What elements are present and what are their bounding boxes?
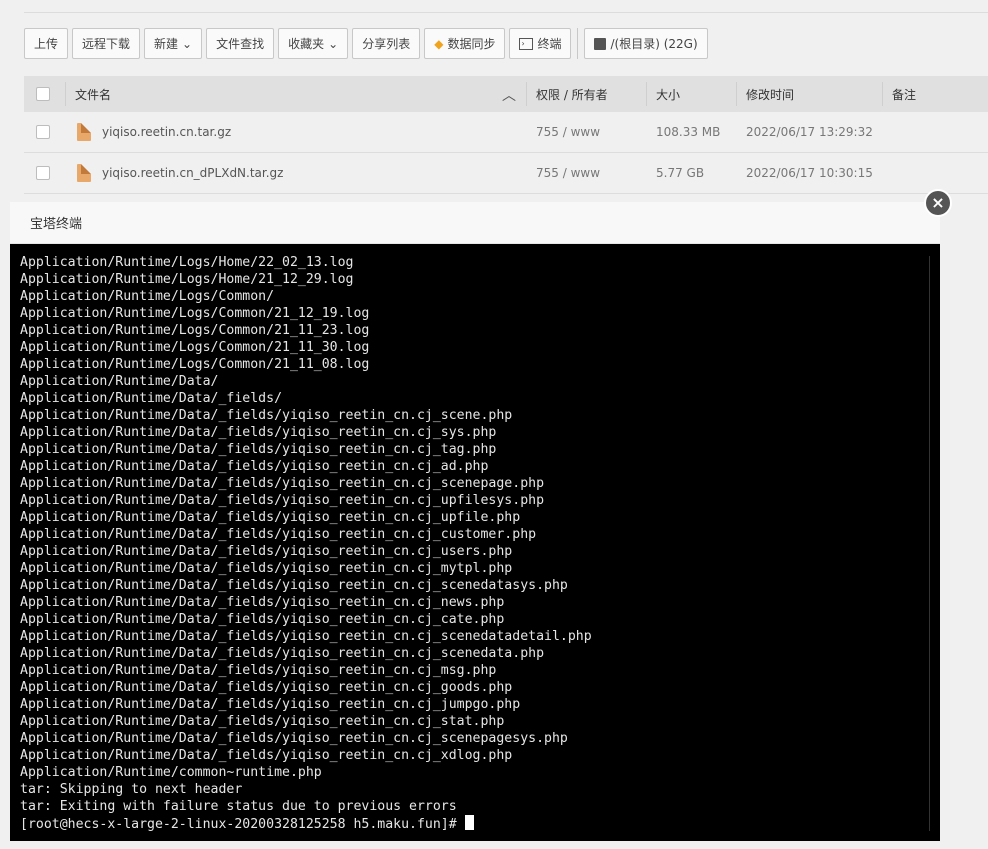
terminal-line: Application/Runtime/Data/_fields/yiqiso_… [20,578,568,593]
data-sync-button[interactable]: ◆ 数据同步 [424,28,506,59]
divider [24,12,988,13]
gem-icon: ◆ [434,36,444,51]
favorites-button[interactable]: 收藏夹 ⌄ [278,28,349,59]
row-checkbox[interactable] [36,166,50,180]
terminal-icon: › [519,37,534,50]
modal-header: 宝塔终端 [10,202,940,244]
terminal-line: Application/Runtime/Data/_fields/yiqiso_… [20,493,545,508]
file-perm[interactable]: 755 / www [536,166,600,180]
terminal-line: Application/Runtime/Data/_fields/yiqiso_… [20,510,521,525]
close-icon[interactable]: × [924,189,952,217]
header-name[interactable]: 文件名 [75,86,111,103]
terminal-output[interactable]: Application/Runtime/Logs/Home/22_02_13.l… [10,244,940,841]
toolbar: 上传 远程下载 新建 ⌄ 文件查找 收藏夹 ⌄ 分享列表 ◆ 数据同步 › 终端 /(根… [24,28,708,61]
terminal-lines: Application/Runtime/Logs/Home/22_02_13.l… [20,254,592,832]
terminal-line: Application/Runtime/Logs/Common/21_11_08… [20,357,370,372]
header-note: 备注 [892,87,917,102]
file-name[interactable]: yiqiso.reetin.cn.tar.gz [102,125,231,139]
header-size[interactable]: 大小 [656,86,680,103]
share-list-label: 分享列表 [362,37,411,51]
select-all-checkbox[interactable] [36,87,50,101]
terminal-line: Application/Runtime/Data/_fields/yiqiso_… [20,408,513,423]
terminal-line: Application/Runtime/common~runtime.php [20,765,322,780]
chevron-down-icon: ⌄ [182,36,193,51]
file-perm[interactable]: 755 / www [536,125,600,139]
terminal-line: Application/Runtime/Data/_fields/yiqiso_… [20,459,489,474]
terminal-line: Application/Runtime/Logs/Home/22_02_13.l… [20,255,354,270]
divider [646,82,647,106]
terminal-line: Application/Runtime/Data/_fields/yiqiso_… [20,714,505,729]
divider [65,82,66,106]
favorites-label: 收藏夹 [288,37,325,51]
terminal-modal: 宝塔终端 Application/Runtime/Logs/Home/22_02… [10,202,940,841]
new-label: 新建 [154,37,179,51]
file-search-button[interactable]: 文件查找 [206,28,275,59]
chevron-down-icon: ⌄ [328,36,339,51]
row-checkbox[interactable] [36,125,50,139]
disk-button[interactable]: /(根目录) (22G) [584,28,708,59]
scrollbar[interactable] [929,256,930,831]
file-mtime: 2022/06/17 13:29:32 [746,125,873,139]
header-mtime[interactable]: 修改时间 [746,86,794,103]
data-sync-label: 数据同步 [447,37,496,51]
new-button[interactable]: 新建 ⌄ [144,28,203,59]
terminal-line: Application/Runtime/Data/_fields/yiqiso_… [20,425,497,440]
file-search-label: 文件查找 [216,37,265,51]
table-row[interactable]: yiqiso.reetin.cn.tar.gz 755 / www 108.33… [24,112,988,153]
cursor-icon [464,815,474,830]
archive-file-icon [77,123,91,141]
terminal-line: Application/Runtime/Logs/Home/21_12_29.l… [20,272,354,287]
terminal-line: Application/Runtime/Data/_fields/ [20,391,283,406]
terminal-line: Application/Runtime/Data/_fields/yiqiso_… [20,527,537,542]
terminal-line: Application/Runtime/Data/_fields/yiqiso_… [20,544,513,559]
terminal-line: Application/Runtime/Data/_fields/yiqiso_… [20,680,513,695]
terminal-line: Application/Runtime/Data/_fields/yiqiso_… [20,629,592,644]
upload-button[interactable]: 上传 [24,28,69,59]
toolbar-separator [577,28,579,59]
terminal-line: Application/Runtime/Data/_fields/yiqiso_… [20,748,513,763]
terminal-prompt-line[interactable]: [root@hecs-x-large-2-linux-2020032812525… [20,815,592,832]
terminal-line: Application/Runtime/Data/_fields/yiqiso_… [20,561,513,576]
terminal-line: Application/Runtime/Data/_fields/yiqiso_… [20,646,545,661]
terminal-line: Application/Runtime/Data/_fields/yiqiso_… [20,663,497,678]
terminal-line: tar: Skipping to next header [20,782,243,797]
table-header: 文件名 ︿ 权限 / 所有者 大小 修改时间 备注 [24,76,988,112]
share-list-button[interactable]: 分享列表 [352,28,421,59]
disk-label: /(根目录) (22G) [610,37,698,51]
terminal-line: Application/Runtime/Logs/Common/ [20,289,275,304]
divider [526,82,527,106]
terminal-line: Application/Runtime/Data/_fields/yiqiso_… [20,476,545,491]
header-perm: 权限 / 所有者 [536,87,608,102]
file-size: 5.77 GB [656,166,705,180]
archive-file-icon [77,164,91,182]
terminal-line: Application/Runtime/Data/_fields/yiqiso_… [20,595,505,610]
remote-download-button[interactable]: 远程下载 [72,28,141,59]
terminal-line: Application/Runtime/Logs/Common/21_12_19… [20,306,370,321]
file-size: 108.33 MB [656,125,721,139]
sort-up-icon[interactable]: ︿ [502,85,516,105]
modal-title: 宝塔终端 [30,217,83,232]
terminal-line: Application/Runtime/Data/_fields/yiqiso_… [20,731,568,746]
file-mtime: 2022/06/17 10:30:15 [746,166,873,180]
terminal-prompt: [root@hecs-x-large-2-linux-2020032812525… [20,817,457,832]
upload-label: 上传 [34,37,59,51]
divider [736,82,737,106]
terminal-button[interactable]: › 终端 [509,28,572,59]
terminal-line: Application/Runtime/Data/ [20,374,219,389]
file-name[interactable]: yiqiso.reetin.cn_dPLXdN.tar.gz [102,166,283,180]
terminal-line: tar: Exiting with failure status due to … [20,799,457,814]
table-row[interactable]: yiqiso.reetin.cn_dPLXdN.tar.gz 755 / www… [24,153,988,194]
file-table: 文件名 ︿ 权限 / 所有者 大小 修改时间 备注 yiqiso.reetin.… [24,76,988,194]
terminal-line: Application/Runtime/Data/_fields/yiqiso_… [20,442,497,457]
terminal-line: Application/Runtime/Data/_fields/yiqiso_… [20,612,505,627]
remote-download-label: 远程下载 [82,37,131,51]
divider [882,82,883,106]
terminal-line: Application/Runtime/Data/_fields/yiqiso_… [20,697,521,712]
terminal-line: Application/Runtime/Logs/Common/21_11_23… [20,323,370,338]
terminal-line: Application/Runtime/Logs/Common/21_11_30… [20,340,370,355]
terminal-label: 终端 [537,37,562,51]
disk-icon [594,37,607,50]
